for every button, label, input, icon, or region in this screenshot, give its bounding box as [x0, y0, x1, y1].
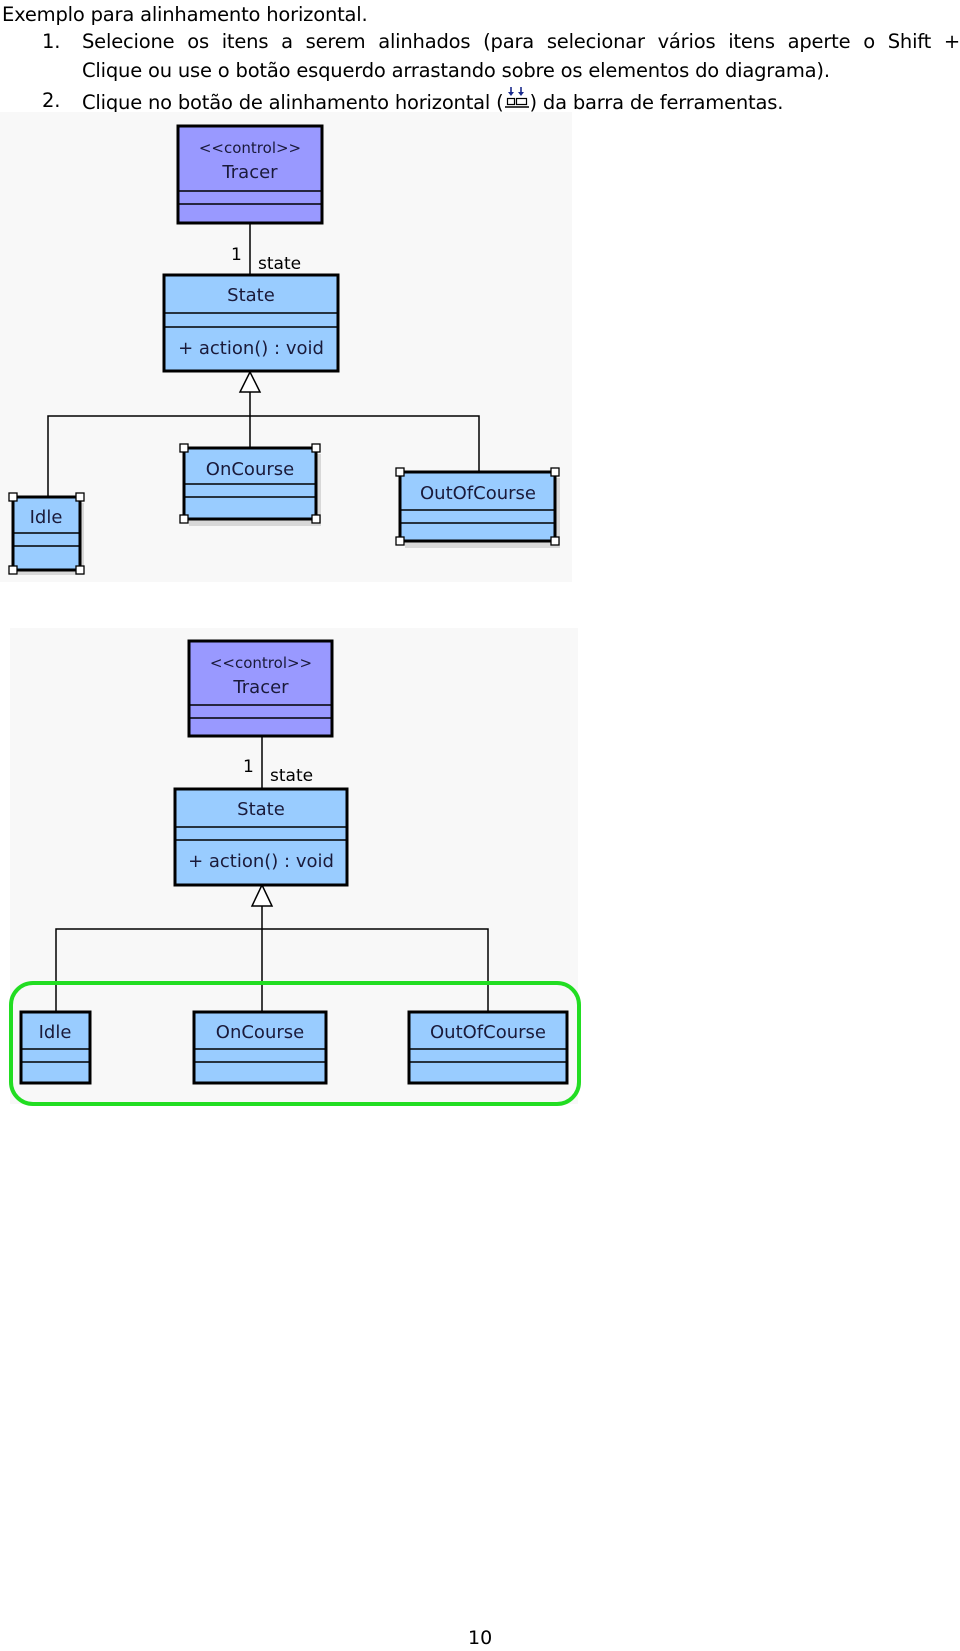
class-oncourse[interactable]: OnCourse [192, 1010, 328, 1085]
class-name: OnCourse [206, 459, 294, 480]
step-1-number: 1. [42, 30, 61, 53]
class-stereotype: <<control>> [210, 654, 312, 672]
class-oncourse-selected[interactable]: OnCourse [179, 443, 321, 526]
word: vários [657, 30, 716, 53]
word: serem [305, 30, 366, 53]
class-state[interactable]: State + action() : void [173, 787, 349, 887]
class-tracer[interactable]: <<control>> Tracer [187, 639, 334, 738]
association-role: state [270, 766, 313, 786]
uml-diagram-after: 1 state <<control>> Tracer State + actio… [9, 628, 581, 1106]
class-outofcourse-selected[interactable]: OutOfCourse [395, 467, 560, 548]
page-number: 10 [468, 1627, 493, 1649]
word: (para [483, 30, 535, 53]
class-idle-selected[interactable]: Idle [8, 492, 85, 575]
class-state[interactable]: State + action() : void [162, 273, 340, 373]
class-outofcourse[interactable]: OutOfCourse [407, 1010, 569, 1085]
class-stereotype: <<control>> [199, 139, 301, 157]
word: o [863, 30, 875, 53]
word: Selecione [82, 30, 175, 53]
class-name: Idle [39, 1022, 72, 1043]
align-horizontal-icon [504, 86, 530, 112]
word: itens [221, 30, 269, 53]
word: os [187, 30, 209, 53]
word: Shift [887, 30, 932, 53]
step-2-text-before: Clique no botão de alinhamento horizonta… [82, 91, 504, 114]
association-multiplicity: 1 [231, 245, 242, 265]
class-name: State [237, 799, 285, 820]
class-tracer[interactable]: <<control>> Tracer [176, 124, 324, 225]
class-name: OnCourse [216, 1022, 304, 1043]
word: alinhados [378, 30, 471, 53]
step-2-number: 2. [42, 89, 61, 112]
uml-diagram-before: 1 state <<control>> Tracer State + actio… [0, 112, 572, 582]
word: selecionar [546, 30, 645, 53]
word: itens [728, 30, 775, 53]
class-name: OutOfCourse [430, 1022, 546, 1043]
step-1-line-2: Clique ou use o botão esquerdo arrastand… [82, 59, 830, 82]
word: aperte [787, 30, 851, 53]
association-multiplicity: 1 [243, 757, 254, 777]
association-role: state [258, 254, 301, 274]
word: a [281, 30, 293, 53]
class-idle[interactable]: Idle [19, 1010, 92, 1085]
class-name: Tracer [221, 162, 278, 183]
class-name: Idle [30, 507, 63, 528]
class-name: State [227, 285, 275, 306]
step-1-line-1: Selecione os itens a serem alinhados (para sele… [82, 27, 960, 56]
class-operation: + action() : void [178, 338, 324, 359]
class-name: OutOfCourse [420, 483, 536, 504]
class-operation: + action() : void [188, 851, 334, 872]
class-name: Tracer [232, 677, 289, 698]
intro-text: Exemplo para alinhamento horizontal. [2, 3, 368, 26]
word: + [943, 30, 960, 53]
step-2-text-after: ) da barra de ferramentas. [529, 91, 784, 114]
